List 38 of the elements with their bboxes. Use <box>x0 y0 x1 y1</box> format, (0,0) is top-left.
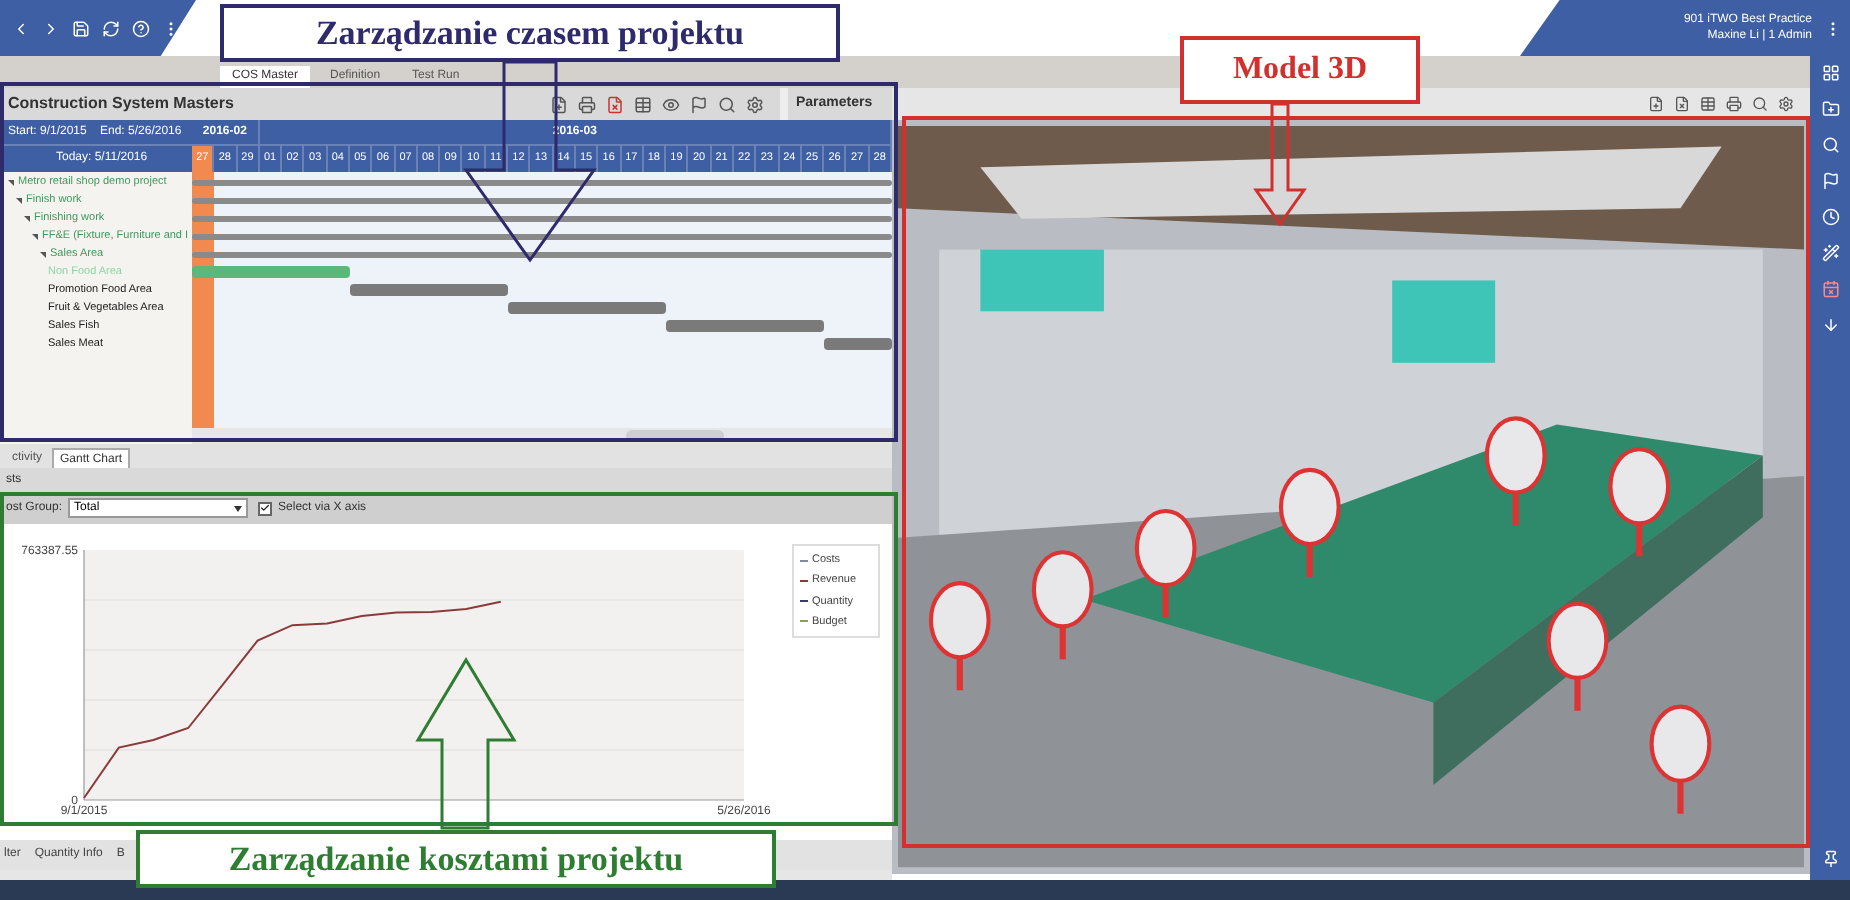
add-file-icon[interactable] <box>550 95 568 113</box>
annotation-label: Zarządzanie kosztami projektu <box>136 830 776 888</box>
calendar-alert-icon[interactable] <box>1821 280 1839 298</box>
table-icon[interactable] <box>634 95 652 113</box>
grid-icon[interactable] <box>1821 64 1839 82</box>
panel-title: Construction System Masters <box>8 92 234 116</box>
folder-plus-icon[interactable] <box>1821 100 1839 118</box>
wand-icon[interactable] <box>1821 244 1839 262</box>
add-file-icon[interactable] <box>1648 96 1664 112</box>
delete-file-icon[interactable] <box>1674 96 1690 112</box>
select-axis-checkbox[interactable] <box>258 501 273 515</box>
pin-icon[interactable] <box>1821 850 1839 868</box>
search-icon[interactable] <box>1752 96 1768 112</box>
expand-triangle-icon[interactable] <box>32 234 38 240</box>
expand-triangle-icon[interactable] <box>8 180 14 186</box>
annotation-label: Model 3D <box>1180 36 1420 104</box>
settings-icon[interactable] <box>746 95 764 113</box>
search-icon[interactable] <box>718 95 736 113</box>
down-arrow <box>1253 102 1307 227</box>
expand-triangle-icon[interactable] <box>40 252 46 258</box>
arrow-down-icon[interactable] <box>1821 316 1839 334</box>
expand-triangle-icon[interactable] <box>24 216 30 222</box>
forward-icon[interactable] <box>42 19 60 37</box>
printer-icon[interactable] <box>1726 96 1742 112</box>
view-icon[interactable] <box>662 95 680 113</box>
save-icon[interactable] <box>72 19 90 37</box>
clock-icon[interactable] <box>1821 208 1839 226</box>
delete-file-icon[interactable] <box>606 95 624 113</box>
annotation-label: Zarządzanie czasem projektu <box>220 4 840 62</box>
check-icon <box>260 502 271 514</box>
expand-triangle-icon[interactable] <box>16 198 22 204</box>
flag-icon[interactable] <box>690 95 708 113</box>
settings-icon[interactable] <box>1778 96 1794 112</box>
table-icon[interactable] <box>1700 96 1716 112</box>
printer-icon[interactable] <box>578 95 596 113</box>
back-icon[interactable] <box>12 19 30 37</box>
refresh-icon[interactable] <box>102 19 120 37</box>
help-icon[interactable] <box>132 19 150 37</box>
